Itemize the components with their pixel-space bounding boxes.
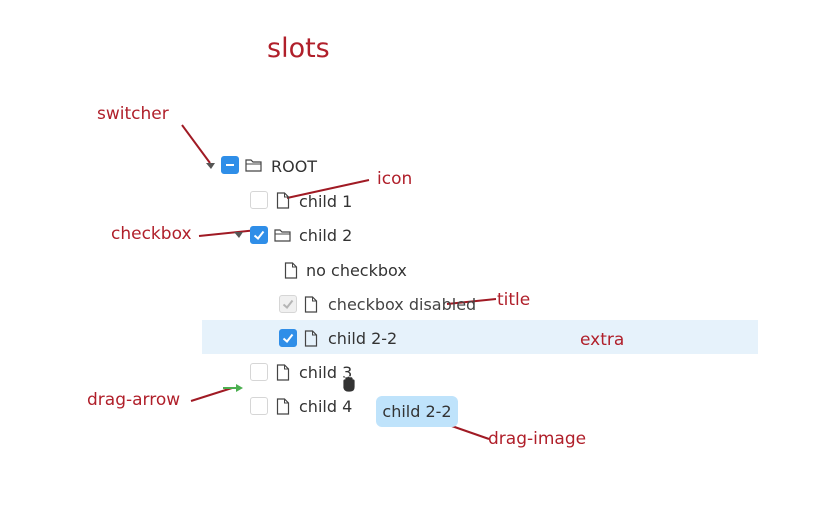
annotation-drag-image: drag-image [488, 429, 587, 449]
child4-checkbox[interactable] [250, 397, 268, 415]
file-icon [304, 330, 318, 347]
annotation-title: title [497, 290, 531, 310]
tree-node-title-root[interactable]: ROOT [271, 157, 317, 176]
disabled-checkbox [279, 295, 297, 313]
annotation-drag-arrow: drag-arrow [87, 390, 181, 410]
annotation-icon: icon [377, 169, 413, 189]
child2-caret-icon [234, 232, 243, 238]
drag-arrow-icon [236, 384, 243, 392]
child1-checkbox[interactable] [250, 191, 268, 209]
file-icon [304, 296, 318, 313]
annotation-switcher: switcher [97, 104, 169, 124]
tree-node-title-no-checkbox[interactable]: no checkbox [306, 261, 407, 280]
tree-node-title-child1[interactable]: child 1 [299, 192, 352, 211]
grab-hand-icon [342, 375, 356, 393]
drag-image-label: child 2-2 [382, 402, 452, 421]
tree-node-title-child2[interactable]: child 2 [299, 226, 352, 245]
file-icon [276, 192, 290, 209]
root-checkbox[interactable] [221, 156, 239, 174]
annotation-checkbox: checkbox [111, 224, 192, 244]
folder-icon [274, 229, 291, 242]
file-icon [276, 364, 290, 381]
tree-node-title-child2-2[interactable]: child 2-2 [328, 329, 397, 348]
annotation-arrows [181, 124, 497, 440]
tree-node-title-checkbox-disabled[interactable]: checkbox disabled [328, 295, 476, 314]
annotation-extra: extra [580, 330, 625, 350]
switcher-caret-icon [206, 163, 215, 169]
switcher-pointer-line [181, 124, 211, 164]
child3-checkbox[interactable] [250, 363, 268, 381]
file-icon [284, 262, 298, 279]
child2-checkbox[interactable] [250, 226, 268, 244]
checkbox-pointer-line [198, 229, 258, 237]
drag-arrow-pointer-line [190, 387, 233, 402]
drag-image: child 2-2 [376, 396, 458, 427]
tree-node-title-child4[interactable]: child 4 [299, 397, 352, 416]
child2-2-checkbox[interactable] [279, 329, 297, 347]
folder-icon [245, 159, 262, 172]
file-icon [276, 398, 290, 415]
